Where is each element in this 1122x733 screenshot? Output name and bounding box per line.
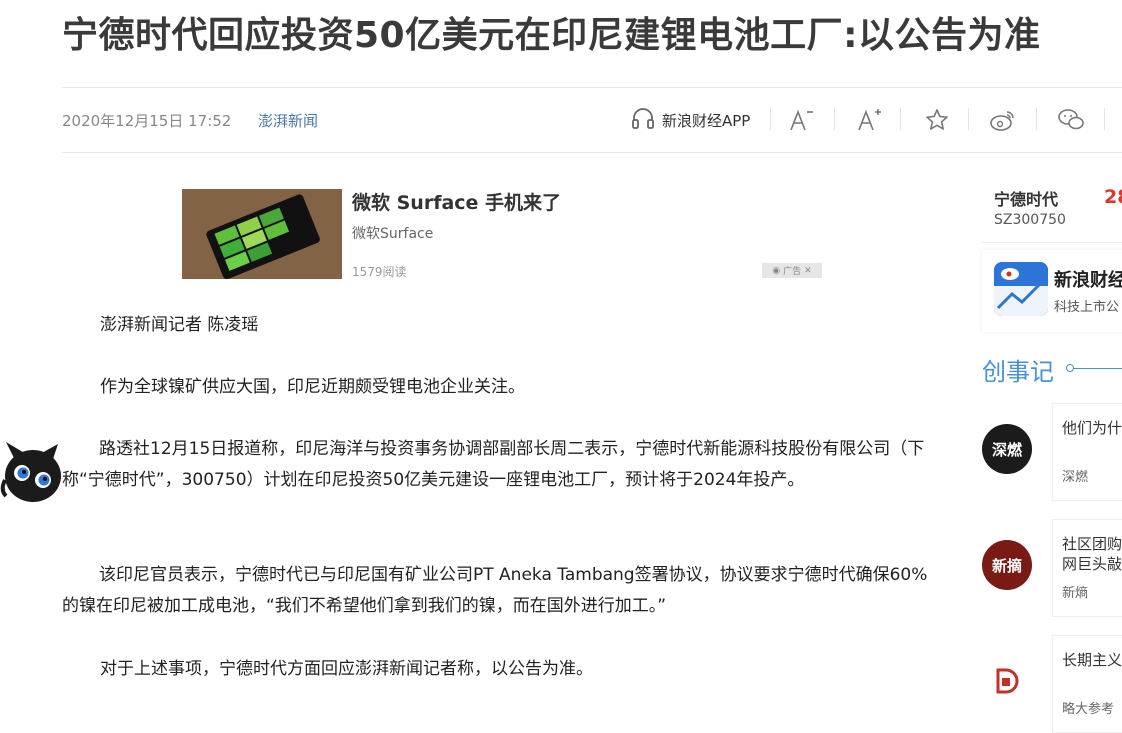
- section-title[interactable]: 创事记: [982, 352, 1054, 387]
- publish-date: 2020年12月15日 17:52: [62, 112, 232, 130]
- toolbar-divider: [834, 108, 835, 130]
- ad-subtitle: 微软Surface: [352, 226, 434, 242]
- avatar[interactable]: 新摘: [982, 540, 1032, 590]
- feed-title-line2[interactable]: 网巨头敲: [1062, 554, 1122, 574]
- toolbar-divider: [770, 108, 771, 130]
- font-decrease-icon[interactable]: [784, 100, 818, 140]
- feed-source: 新熵: [1062, 586, 1089, 601]
- avatar[interactable]: [982, 656, 1032, 706]
- sina-app-desc: 科技上市公: [1054, 300, 1120, 315]
- app-label: 新浪财经APP: [662, 111, 751, 130]
- avatar-label: 新摘: [991, 556, 1022, 575]
- meta-divider-top: [62, 87, 1122, 88]
- feed-title[interactable]: 他们为什: [1062, 418, 1122, 438]
- stock-code: SZ300750: [994, 212, 1066, 228]
- stock-price: 28: [1104, 186, 1122, 208]
- toolbar-divider: [968, 108, 969, 130]
- toolbar-divider: [900, 108, 901, 130]
- wechat-icon[interactable]: [1054, 100, 1088, 140]
- article-author-line: 澎湃新闻记者 陈凌瑶: [100, 315, 259, 335]
- article-paragraph: 该印尼官员表示，宁德时代已与印尼国有矿业公司PT Aneka Tambang签署…: [62, 565, 928, 616]
- source-link[interactable]: 澎湃新闻: [258, 110, 318, 131]
- star-icon[interactable]: [920, 100, 954, 140]
- avatar-label: 深燃: [991, 440, 1022, 459]
- ad-read-count: 1579阅读: [352, 265, 407, 279]
- feed-title[interactable]: 长期主义: [1062, 650, 1122, 670]
- toolbar-divider: [1036, 108, 1037, 130]
- sina-app-name[interactable]: 新浪财经: [1054, 266, 1122, 292]
- feed-title[interactable]: 社区团购: [1062, 534, 1122, 554]
- toolbar-divider: [1104, 108, 1105, 130]
- avatar[interactable]: 深燃: [982, 424, 1032, 474]
- ad-badge-label: 广告: [783, 267, 802, 277]
- mascot-cat-icon[interactable]: [0, 440, 64, 510]
- article-paragraph: 对于上述事项，宁德时代方面回应澎湃新闻记者称，以公告为准。: [100, 659, 593, 679]
- ad-title[interactable]: 微软 Surface 手机来了: [352, 188, 561, 215]
- section-divider: [1072, 368, 1122, 369]
- feed-source: 略大参考: [1062, 702, 1115, 717]
- section-dot-icon: [1066, 364, 1074, 372]
- stock-name[interactable]: 宁德时代: [994, 186, 1058, 210]
- article-paragraph: 路透社12月15日报道称，印尼海洋与投资事务协调部副部长周二表示，宁德时代新能源…: [62, 439, 925, 490]
- ad-badge[interactable]: ◉ 广告 ✕: [762, 263, 822, 278]
- app-download-link[interactable]: 新浪财经APP: [630, 104, 750, 136]
- ad-thumbnail[interactable]: [182, 189, 342, 279]
- weibo-icon[interactable]: [986, 100, 1020, 140]
- article-paragraph: 作为全球镍矿供应大国，印尼近期颇受锂电池企业关注。: [100, 377, 525, 397]
- headphones-icon: [630, 105, 656, 135]
- feed-source: 深燃: [1062, 470, 1089, 485]
- close-icon[interactable]: ✕: [804, 266, 812, 276]
- meta-divider-bottom: [62, 152, 1122, 153]
- article-title: 宁德时代回应投资50亿美元在印尼建锂电池工厂:以公告为准: [62, 15, 1041, 56]
- ad-info-icon: ◉: [772, 265, 781, 276]
- sina-finance-logo-icon[interactable]: [994, 262, 1048, 316]
- font-increase-icon[interactable]: [852, 100, 886, 140]
